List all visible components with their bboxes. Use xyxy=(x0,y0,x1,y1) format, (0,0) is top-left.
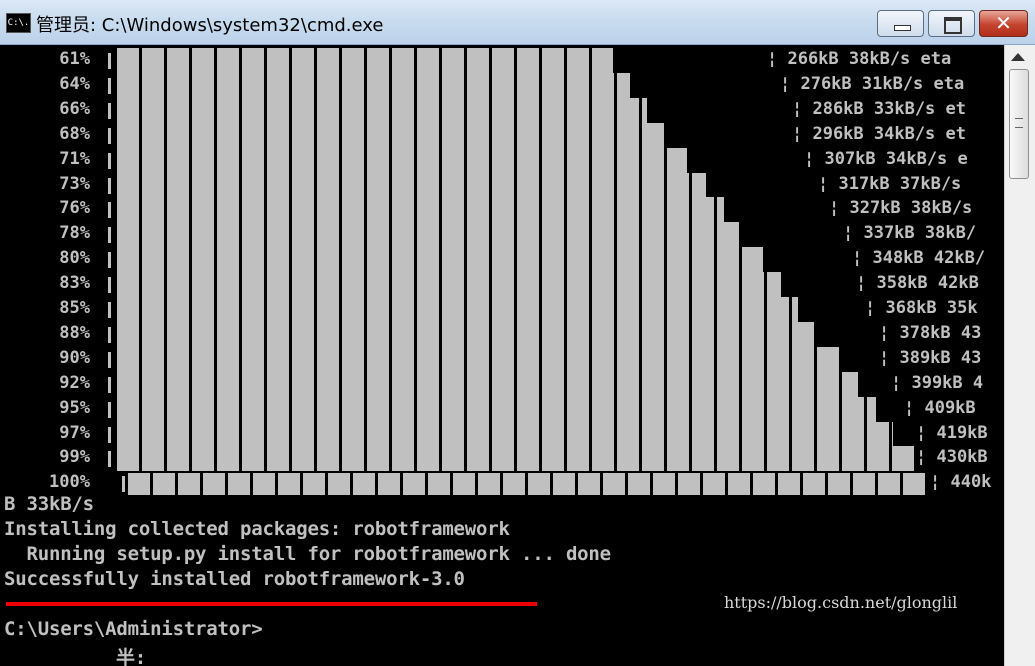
progress-status: ¦ 296kB 34kB/s et xyxy=(792,123,966,144)
progress-bar xyxy=(117,247,763,273)
progress-bar-left-edge xyxy=(108,227,111,244)
progress-percent: 76% xyxy=(59,198,90,219)
progress-status: ¦ 440k xyxy=(930,472,992,493)
progress-status: ¦ 368kB 35k xyxy=(865,298,978,318)
progress-status: ¦ 389kB 43 xyxy=(879,347,982,368)
progress-bar xyxy=(117,48,613,73)
progress-bar-left-edge xyxy=(108,127,111,144)
progress-bar-left-edge xyxy=(108,351,111,368)
progress-bar-left-edge xyxy=(108,376,111,393)
progress-bar-left-edge xyxy=(108,77,111,94)
progress-bar-left-edge xyxy=(108,102,111,119)
progress-percent: 61% xyxy=(59,49,90,69)
progress-bar-left-edge xyxy=(108,426,111,443)
progress-bar-left-edge xyxy=(108,326,111,343)
success-underline-annotation xyxy=(6,602,537,606)
close-button[interactable]: ✕ xyxy=(979,10,1028,37)
progress-bar xyxy=(117,321,817,347)
grip-icon xyxy=(1015,118,1023,128)
progress-status: ¦ 378kB 43 xyxy=(879,322,982,343)
progress-status: ¦ 419kB xyxy=(916,422,988,443)
console-line-installing: Installing collected packages: robotfram… xyxy=(4,518,510,540)
progress-percent: 92% xyxy=(59,372,90,393)
progress-status: ¦ 266kB 38kB/s eta xyxy=(767,49,952,69)
progress-bar-left-edge xyxy=(108,277,111,294)
progress-percent: 100% xyxy=(49,472,90,493)
progress-bar-left-edge xyxy=(108,401,111,418)
progress-bar xyxy=(117,297,798,322)
progress-bar-left-edge xyxy=(108,202,111,219)
maximize-button[interactable] xyxy=(928,10,975,37)
console-output[interactable]: 61% ¦ 266kB 38kB/s eta 64% ¦ 276kB 31kB/s e… xyxy=(0,45,1004,666)
vertical-scrollbar[interactable] xyxy=(1004,45,1035,666)
progress-bar-left-edge xyxy=(108,177,111,194)
progress-percent: 85% xyxy=(59,298,90,318)
progress-percent: 90% xyxy=(59,347,90,368)
progress-percent: 71% xyxy=(59,148,90,169)
progress-bar xyxy=(117,122,664,148)
progress-status: ¦ 337kB 38kB/ xyxy=(843,223,977,244)
progress-percent: 95% xyxy=(59,397,90,418)
progress-status: ¦ 307kB 34kB/s e xyxy=(804,148,968,169)
progress-bar-left-edge xyxy=(122,476,125,493)
progress-bar-left-edge xyxy=(108,451,111,468)
progress-status: ¦ 430kB xyxy=(916,447,988,468)
progress-percent: 66% xyxy=(59,98,90,119)
cmd-app-icon[interactable]: C:\. xyxy=(6,13,31,33)
progress-bar-left-edge xyxy=(108,302,111,318)
progress-bar xyxy=(117,272,781,298)
progress-status: ¦ 358kB 42kB xyxy=(856,273,979,294)
progress-status: ¦ 399kB 4 xyxy=(891,372,984,393)
progress-percent: 83% xyxy=(59,273,90,294)
progress-status: ¦ 276kB 31kB/s eta xyxy=(780,73,965,94)
progress-percent: 68% xyxy=(59,123,90,144)
scroll-up-arrow-icon[interactable] xyxy=(1011,53,1025,61)
watermark: https://blog.csdn.net/glonglil xyxy=(724,593,958,612)
minimize-button[interactable] xyxy=(877,10,924,37)
progress-bar xyxy=(117,396,876,422)
progress-bar xyxy=(117,421,893,447)
command-prompt[interactable]: C:\Users\Administrator> xyxy=(4,618,263,640)
console-line-running: Running setup.py install for robotframew… xyxy=(4,543,611,565)
title-bar[interactable]: C:\. 管理员: C:\Windows\system32\cmd.exe ✕ xyxy=(0,0,1035,45)
progress-percent: 78% xyxy=(59,223,90,244)
progress-bar xyxy=(117,222,742,248)
progress-bar xyxy=(117,72,630,98)
progress-bar xyxy=(117,446,914,472)
maximize-icon xyxy=(944,17,962,34)
console-line-wrap: B 33kB/s xyxy=(4,493,94,515)
progress-status: ¦ 409kB xyxy=(904,397,976,418)
progress-bar xyxy=(117,147,687,173)
progress-bar-left-edge xyxy=(108,53,111,69)
close-icon: ✕ xyxy=(995,11,1012,35)
progress-bar xyxy=(117,197,724,223)
progress-bar xyxy=(117,172,706,198)
minimize-icon xyxy=(894,25,911,31)
progress-status: ¦ 327kB 38kB/s xyxy=(829,198,973,219)
progress-bar xyxy=(128,473,926,496)
progress-percent: 64% xyxy=(59,73,90,94)
scrollbar-thumb[interactable] xyxy=(1009,69,1029,179)
progress-bar xyxy=(117,346,840,372)
window-title: 管理员: C:\Windows\system32\cmd.exe xyxy=(36,15,384,36)
progress-percent: 80% xyxy=(59,248,90,269)
progress-percent: 73% xyxy=(59,173,90,194)
progress-bar xyxy=(117,97,647,123)
progress-bar xyxy=(117,371,858,397)
progress-percent: 99% xyxy=(59,447,90,468)
progress-percent: 88% xyxy=(59,322,90,343)
console-line-success: Successfully installed robotframework-3.… xyxy=(4,568,465,590)
progress-percent: 97% xyxy=(59,422,90,443)
progress-status: ¦ 317kB 37kB/s xyxy=(818,173,962,194)
ime-indicator: 半: xyxy=(116,647,147,666)
progress-status: ¦ 286kB 33kB/s et xyxy=(792,98,966,119)
progress-bar-left-edge xyxy=(108,152,111,169)
progress-bar-left-edge xyxy=(108,252,111,269)
progress-status: ¦ 348kB 42kB/ xyxy=(852,248,986,269)
